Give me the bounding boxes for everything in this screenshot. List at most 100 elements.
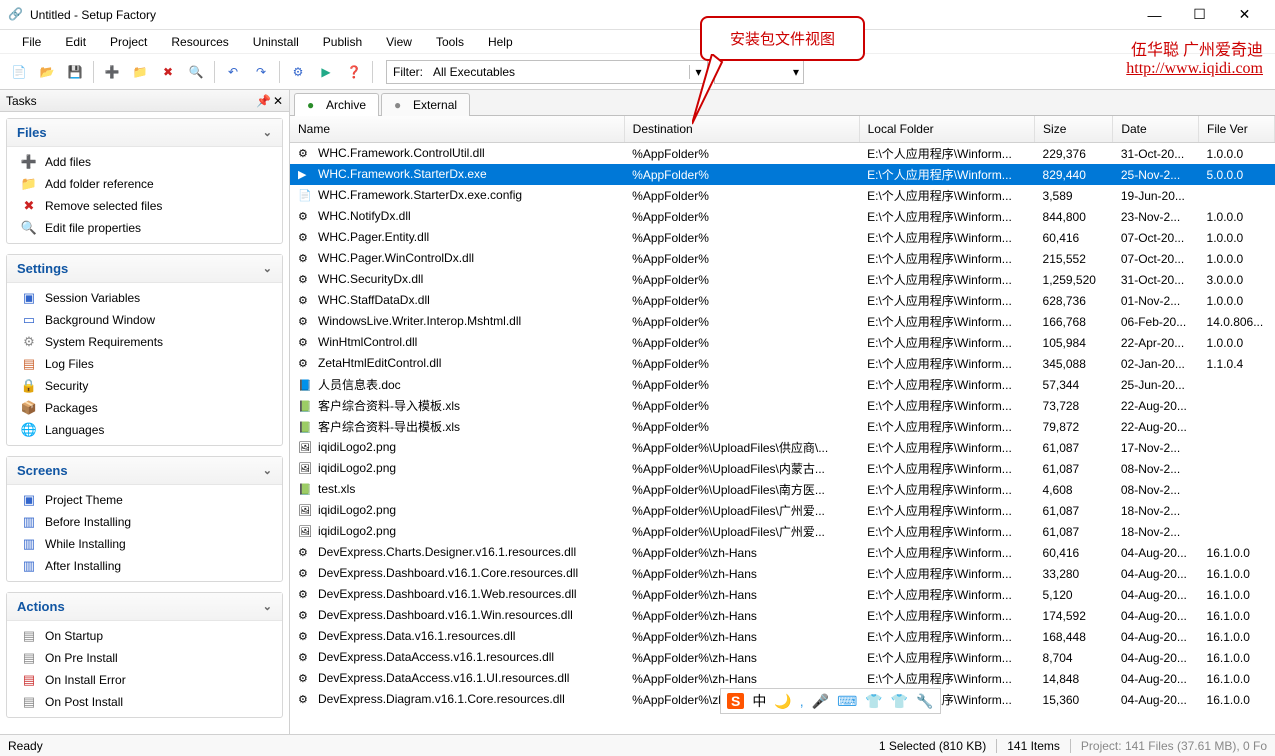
table-row[interactable]: ⚙WHC.Framework.ControlUtil.dll%AppFolder…: [290, 143, 1275, 165]
menu-resources[interactable]: Resources: [161, 31, 238, 53]
task-group-header[interactable]: Screens⌄: [7, 457, 282, 485]
add-button[interactable]: ➕: [99, 59, 125, 85]
menu-project[interactable]: Project: [100, 31, 157, 53]
author-url[interactable]: http://www.iqidi.com: [1126, 60, 1263, 77]
table-row[interactable]: ⚙DevExpress.Data.v16.1.resources.dll%App…: [290, 626, 1275, 647]
close-button[interactable]: ✕: [1222, 1, 1267, 29]
ime-item[interactable]: S: [727, 693, 744, 709]
chevron-icon: ⌄: [263, 464, 272, 477]
task-item[interactable]: 🔒Security: [7, 375, 282, 397]
task-item[interactable]: ▤On Startup: [7, 625, 282, 647]
task-item-icon: 🔍: [21, 220, 37, 236]
task-item[interactable]: ⚙System Requirements: [7, 331, 282, 353]
column-header[interactable]: Date: [1113, 116, 1199, 143]
table-row[interactable]: 📗test.xls%AppFolder%\UploadFiles\南方医...E…: [290, 479, 1275, 500]
task-item-label: On Post Install: [45, 695, 123, 709]
column-header[interactable]: Name: [290, 116, 624, 143]
menu-uninstall[interactable]: Uninstall: [243, 31, 309, 53]
tab-archive[interactable]: ●Archive: [294, 93, 379, 116]
table-row[interactable]: ⚙WHC.StaffDataDx.dll%AppFolder%E:\个人应用程序…: [290, 290, 1275, 311]
table-row[interactable]: 📗客户综合资料-导入模板.xls%AppFolder%E:\个人应用程序\Win…: [290, 395, 1275, 416]
menu-file[interactable]: File: [12, 31, 51, 53]
table-row[interactable]: 📘人员信息表.doc%AppFolder%E:\个人应用程序\Winform..…: [290, 374, 1275, 395]
column-header[interactable]: Local Folder: [859, 116, 1034, 143]
task-item[interactable]: ▭Background Window: [7, 309, 282, 331]
task-group-header[interactable]: Settings⌄: [7, 255, 282, 283]
menu-edit[interactable]: Edit: [55, 31, 96, 53]
task-item-icon: ▭: [21, 312, 37, 328]
table-row[interactable]: ▶WHC.Framework.StarterDx.exe%AppFolder%E…: [290, 164, 1275, 185]
ime-item[interactable]: 👕: [891, 693, 908, 710]
table-row[interactable]: ⚙WHC.Pager.WinControlDx.dll%AppFolder%E:…: [290, 248, 1275, 269]
task-item[interactable]: ▥Before Installing: [7, 511, 282, 533]
delete-button[interactable]: ✖: [155, 59, 181, 85]
table-row[interactable]: ⚙WHC.SecurityDx.dll%AppFolder%E:\个人应用程序\…: [290, 269, 1275, 290]
task-group-header[interactable]: Files⌄: [7, 119, 282, 147]
table-row[interactable]: ⚙DevExpress.Dashboard.v16.1.Web.resource…: [290, 584, 1275, 605]
table-row[interactable]: ⚙DevExpress.Dashboard.v16.1.Core.resourc…: [290, 563, 1275, 584]
task-group-header[interactable]: Actions⌄: [7, 593, 282, 621]
add-folder-button[interactable]: 📁: [127, 59, 153, 85]
run-button[interactable]: ▶: [313, 59, 339, 85]
menu-publish[interactable]: Publish: [313, 31, 372, 53]
table-row[interactable]: ⚙DevExpress.Dashboard.v16.1.Win.resource…: [290, 605, 1275, 626]
open-button[interactable]: 📂: [34, 59, 60, 85]
table-row[interactable]: ⚙ZetaHtmlEditControl.dll%AppFolder%E:\个人…: [290, 353, 1275, 374]
ime-item[interactable]: 👕: [865, 693, 882, 710]
task-item[interactable]: 🔍Edit file properties: [7, 217, 282, 239]
help-button[interactable]: ❓: [341, 59, 367, 85]
task-item[interactable]: 🌐Languages: [7, 419, 282, 441]
menu-tools[interactable]: Tools: [426, 31, 474, 53]
table-row[interactable]: 🖼iqidiLogo2.png%AppFolder%\UploadFiles\供…: [290, 437, 1275, 458]
task-item[interactable]: ▤On Post Install: [7, 691, 282, 713]
build-button[interactable]: ⚙: [285, 59, 311, 85]
task-item[interactable]: 📦Packages: [7, 397, 282, 419]
table-row[interactable]: 📄WHC.Framework.StarterDx.exe.config%AppF…: [290, 185, 1275, 206]
task-item[interactable]: ✖Remove selected files: [7, 195, 282, 217]
ime-item[interactable]: 中: [752, 691, 766, 711]
table-row[interactable]: 🖼iqidiLogo2.png%AppFolder%\UploadFiles\广…: [290, 521, 1275, 542]
save-button[interactable]: 💾: [62, 59, 88, 85]
file-table-wrap[interactable]: NameDestinationLocal FolderSizeDateFile …: [290, 116, 1275, 734]
task-item[interactable]: ▥While Installing: [7, 533, 282, 555]
file-icon: ⚙: [298, 546, 314, 560]
filter-input[interactable]: [429, 63, 689, 81]
table-row[interactable]: 🖼iqidiLogo2.png%AppFolder%\UploadFiles\内…: [290, 458, 1275, 479]
task-item[interactable]: ▣Project Theme: [7, 489, 282, 511]
search-button[interactable]: 🔍: [183, 59, 209, 85]
table-row[interactable]: ⚙WHC.Pager.Entity.dll%AppFolder%E:\个人应用程…: [290, 227, 1275, 248]
task-item[interactable]: ▤On Pre Install: [7, 647, 282, 669]
panel-close-icon[interactable]: ✕: [273, 94, 283, 108]
column-header[interactable]: File Ver: [1199, 116, 1275, 143]
menu-help[interactable]: Help: [478, 31, 523, 53]
table-row[interactable]: ⚙WHC.NotifyDx.dll%AppFolder%E:\个人应用程序\Wi…: [290, 206, 1275, 227]
pin-icon[interactable]: 📌: [256, 94, 271, 108]
table-row[interactable]: 🖼iqidiLogo2.png%AppFolder%\UploadFiles\广…: [290, 500, 1275, 521]
task-item[interactable]: 📁Add folder reference: [7, 173, 282, 195]
task-item[interactable]: ▥After Installing: [7, 555, 282, 577]
undo-button[interactable]: ↶: [220, 59, 246, 85]
minimize-button[interactable]: —: [1132, 1, 1177, 29]
ime-toolbar[interactable]: S中 🌙, 🎤 ⌨ 👕 👕 🔧: [720, 688, 941, 714]
table-row[interactable]: ⚙WindowsLive.Writer.Interop.Mshtml.dll%A…: [290, 311, 1275, 332]
new-button[interactable]: 📄: [6, 59, 32, 85]
ime-item[interactable]: ⌨: [837, 693, 857, 710]
column-header[interactable]: Size: [1035, 116, 1113, 143]
ime-item[interactable]: 🔧: [916, 693, 933, 710]
table-row[interactable]: ⚙DevExpress.DataAccess.v16.1.resources.d…: [290, 647, 1275, 668]
table-row[interactable]: ⚙WinHtmlControl.dll%AppFolder%E:\个人应用程序\…: [290, 332, 1275, 353]
table-row[interactable]: ⚙DevExpress.DataAccess.v16.1.UI.resource…: [290, 668, 1275, 689]
task-item[interactable]: ▤Log Files: [7, 353, 282, 375]
ime-item[interactable]: 🌙: [774, 693, 791, 710]
ime-item[interactable]: ,: [800, 693, 804, 709]
table-row[interactable]: ⚙DevExpress.Charts.Designer.v16.1.resour…: [290, 542, 1275, 563]
task-item[interactable]: ▤On Install Error: [7, 669, 282, 691]
table-row[interactable]: 📗客户综合资料-导出模板.xls%AppFolder%E:\个人应用程序\Win…: [290, 416, 1275, 437]
maximize-button[interactable]: ☐: [1177, 1, 1222, 29]
redo-button[interactable]: ↷: [248, 59, 274, 85]
tab-external[interactable]: ●External: [381, 93, 470, 116]
task-item[interactable]: ➕Add files: [7, 151, 282, 173]
ime-item[interactable]: 🎤: [812, 693, 829, 710]
menu-view[interactable]: View: [376, 31, 422, 53]
task-item[interactable]: ▣Session Variables: [7, 287, 282, 309]
